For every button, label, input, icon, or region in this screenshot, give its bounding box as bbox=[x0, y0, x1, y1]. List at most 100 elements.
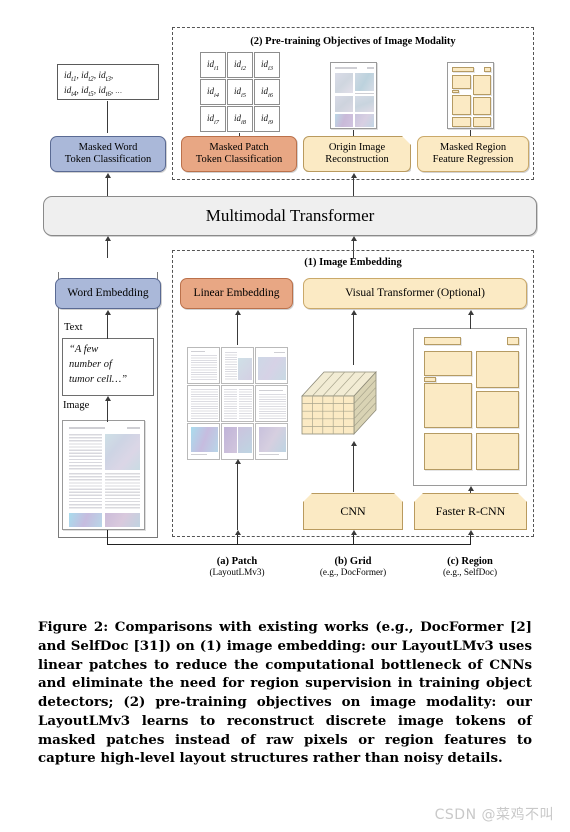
region-page bbox=[413, 328, 527, 486]
arrow-line bbox=[237, 313, 238, 345]
arrow-head bbox=[234, 530, 241, 535]
bottom-label-region-title: (c) Region bbox=[447, 556, 493, 567]
bus-line bbox=[107, 544, 471, 546]
bottom-label-patch: (a) Patch (LayoutLMv3) bbox=[187, 556, 287, 577]
image-token-id-cell: idi6 bbox=[254, 79, 280, 105]
arrow-head bbox=[104, 173, 111, 178]
arrow-head bbox=[104, 236, 111, 241]
patch-cell bbox=[221, 347, 254, 384]
input-document-image bbox=[62, 420, 145, 530]
arrow-line bbox=[107, 176, 108, 196]
word-embedding-label: Word Embedding bbox=[67, 286, 149, 299]
multimodal-transformer-box[interactable]: Multimodal Transformer bbox=[43, 196, 537, 236]
patch-grid bbox=[187, 347, 288, 460]
word-embedding-box[interactable]: Word Embedding bbox=[55, 278, 161, 309]
origin-image-reconstruction-box[interactable]: Origin Image Reconstruction bbox=[303, 136, 411, 172]
bottom-label-region-sub: (e.g., SelfDoc) bbox=[442, 567, 498, 577]
text-snippet-box: “A few number of tumor cell…” bbox=[62, 338, 154, 396]
image-token-id-cell: idi9 bbox=[254, 106, 280, 132]
masked-word-token-classification-label: Masked Word Token Classification bbox=[64, 141, 152, 165]
image-token-id-cell: idi2 bbox=[227, 52, 253, 78]
bottom-label-region: (c) Region (e.g., SelfDoc) bbox=[414, 556, 526, 577]
region-block bbox=[424, 383, 472, 428]
image-input-label: Image bbox=[62, 400, 91, 411]
arrow-head bbox=[350, 530, 357, 535]
region-block bbox=[507, 337, 519, 345]
grid-cube-svg bbox=[301, 370, 377, 436]
faster-rcnn-label: Faster R-CNN bbox=[435, 504, 506, 519]
bottom-label-grid-sub: (e.g., DocFormer) bbox=[319, 567, 387, 577]
arrow-head bbox=[350, 173, 357, 178]
group-image-embedding-title: (1) Image Embedding bbox=[304, 257, 402, 268]
arrow-line bbox=[107, 313, 108, 339]
arrow-line bbox=[107, 240, 108, 258]
group-pretraining-objectives-title: (2) Pre-training Objectives of Image Mod… bbox=[250, 36, 456, 47]
patch-cell bbox=[187, 347, 220, 384]
arrow-head bbox=[467, 310, 474, 315]
bus-line bbox=[107, 530, 109, 544]
arrow-line bbox=[107, 400, 108, 422]
arrow-head bbox=[104, 396, 111, 401]
bottom-label-grid: (b) Grid (e.g., DocFormer) bbox=[296, 556, 410, 577]
text-token-ids-line1: idt1, idt2, idt3, bbox=[64, 71, 114, 83]
region-block bbox=[476, 351, 519, 388]
linear-embedding-box[interactable]: Linear Embedding bbox=[180, 278, 293, 309]
faster-rcnn-box[interactable]: Faster R-CNN bbox=[414, 493, 527, 530]
image-token-id-cell: idi3 bbox=[254, 52, 280, 78]
cnn-label: CNN bbox=[340, 504, 366, 519]
patch-cell bbox=[255, 385, 288, 422]
arrow-head bbox=[234, 310, 241, 315]
visual-transformer-label: Visual Transformer (Optional) bbox=[345, 286, 485, 299]
bottom-label-patch-sub: (LayoutLMv3) bbox=[209, 567, 265, 577]
patch-cell bbox=[221, 385, 254, 422]
arrow-head bbox=[350, 236, 357, 241]
image-token-ids-grid: idi1 idi2 idi3 idi4 idi5 idi6 idi7 idi8 … bbox=[200, 52, 280, 132]
image-token-id-cell: idi5 bbox=[227, 79, 253, 105]
arrow-head bbox=[234, 459, 241, 464]
bus-line bbox=[353, 534, 355, 545]
origin-image-thumbnail bbox=[330, 62, 377, 129]
arrow-line bbox=[353, 130, 354, 136]
cnn-box[interactable]: CNN bbox=[303, 493, 403, 530]
image-token-id-cell: idi8 bbox=[227, 106, 253, 132]
region-block bbox=[476, 433, 519, 470]
masked-patch-token-classification-label: Masked Patch Token Classification bbox=[195, 141, 283, 165]
arrow-head bbox=[350, 441, 357, 446]
text-input-label: Text bbox=[63, 322, 84, 333]
masked-patch-token-classification-box[interactable]: Masked Patch Token Classification bbox=[181, 136, 297, 172]
multimodal-transformer-label: Multimodal Transformer bbox=[205, 205, 375, 225]
region-block bbox=[476, 391, 519, 428]
patch-cell bbox=[187, 423, 220, 460]
visual-transformer-box[interactable]: Visual Transformer (Optional) bbox=[303, 278, 527, 309]
arrow-line bbox=[470, 313, 471, 329]
grid-cube bbox=[298, 366, 378, 438]
figure-diagram: (2) Pre-training Objectives of Image Mod… bbox=[0, 0, 570, 600]
patch-cell bbox=[255, 347, 288, 384]
masked-region-feature-regression-label: Masked Region Feature Regression bbox=[432, 141, 514, 165]
region-block bbox=[424, 377, 436, 382]
patch-cell bbox=[255, 423, 288, 460]
region-block bbox=[424, 337, 461, 345]
masked-region-feature-regression-box[interactable]: Masked Region Feature Regression bbox=[417, 136, 529, 172]
arrow-line bbox=[237, 462, 238, 530]
arrow-head bbox=[467, 486, 474, 491]
csdn-watermark: CSDN @菜鸡不叫 bbox=[434, 807, 554, 823]
linear-embedding-label: Linear Embedding bbox=[193, 286, 280, 299]
image-token-id-cell: idi1 bbox=[200, 52, 226, 78]
arrow-head bbox=[104, 310, 111, 315]
figure-caption: Figure 2: Comparisons with existing work… bbox=[38, 619, 532, 767]
masked-word-token-classification-box[interactable]: Masked Word Token Classification bbox=[50, 136, 166, 172]
arrow-head bbox=[467, 530, 474, 535]
arrow-line bbox=[353, 313, 354, 365]
image-token-id-cell: idi7 bbox=[200, 106, 226, 132]
arrow-head bbox=[350, 310, 357, 315]
arrow-line bbox=[107, 101, 108, 133]
region-block bbox=[424, 433, 472, 470]
arrow-line bbox=[353, 176, 354, 196]
origin-image-reconstruction-label: Origin Image Reconstruction bbox=[325, 141, 389, 165]
masked-region-thumbnail bbox=[447, 62, 494, 129]
bus-line bbox=[237, 534, 239, 545]
text-token-ids-box: idt1, idt2, idt3, idt4, idt5, idt6, … bbox=[57, 64, 159, 100]
arrow-line bbox=[353, 444, 354, 492]
patch-cell bbox=[221, 423, 254, 460]
